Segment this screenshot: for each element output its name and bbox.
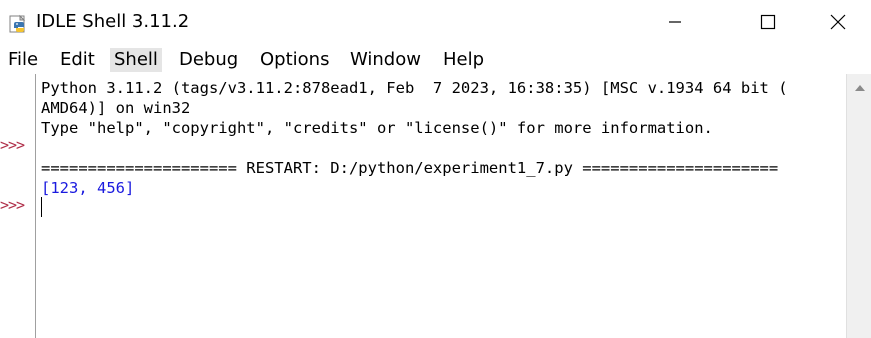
prompt-gutter: >>> >>> [0, 74, 34, 338]
maximize-icon [760, 14, 776, 30]
minimize-button[interactable] [647, 0, 703, 44]
close-button[interactable] [810, 0, 866, 44]
restart-line: ===================== RESTART: D:/python… [41, 159, 779, 177]
menu-edit[interactable]: Edit [56, 48, 99, 72]
menu-bar: File Edit Shell Debug Options Window Hel… [0, 44, 871, 74]
menu-shell[interactable]: Shell [110, 48, 162, 72]
scroll-up-button[interactable] [847, 78, 871, 98]
maximize-button[interactable] [740, 0, 796, 44]
shell-prompt: >>> [0, 136, 25, 154]
text-cursor [41, 197, 42, 217]
banner-line-1: Python 3.11.2 (tags/v3.11.2:878ead1, Feb… [41, 79, 788, 97]
python-idle-icon [8, 12, 30, 34]
menu-help[interactable]: Help [439, 48, 488, 72]
output-line: [123, 456] [41, 179, 135, 197]
title-bar[interactable]: IDLE Shell 3.11.2 [0, 0, 871, 44]
menu-file[interactable]: File [4, 48, 42, 72]
shell-prompt: >>> [0, 196, 25, 214]
close-icon [830, 14, 846, 30]
banner-line-3: Type "help", "copyright", "credits" or "… [41, 119, 713, 137]
minimize-icon [669, 21, 681, 23]
banner-line-2: AMD64)] on win32 [41, 99, 191, 117]
triangle-up-icon [854, 85, 865, 91]
shell-text-area[interactable]: Python 3.11.2 (tags/v3.11.2:878ead1, Feb… [37, 74, 845, 338]
menu-debug[interactable]: Debug [175, 48, 242, 72]
menu-options[interactable]: Options [256, 48, 333, 72]
window-title: IDLE Shell 3.11.2 [36, 11, 190, 32]
gutter-divider [35, 74, 36, 338]
vertical-scrollbar[interactable] [846, 74, 871, 338]
menu-window[interactable]: Window [346, 48, 425, 72]
